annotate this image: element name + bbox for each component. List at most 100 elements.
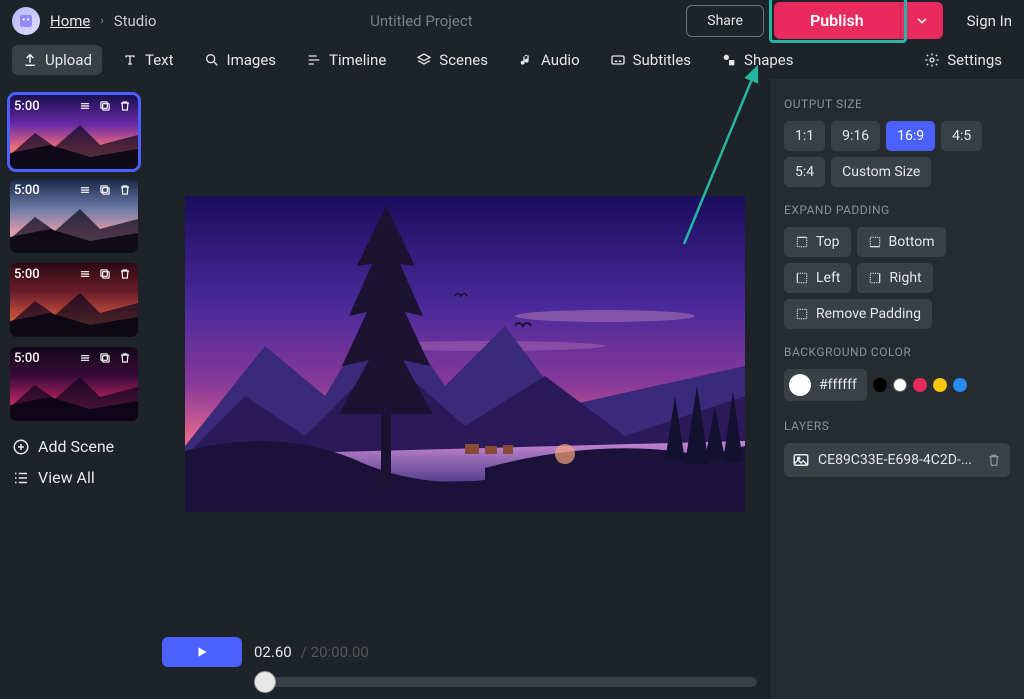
scene-duplicate-icon[interactable] — [96, 97, 114, 115]
scene-thumbnail[interactable]: 5:00 — [10, 95, 138, 169]
pad-bottom-button[interactable]: Bottom — [857, 227, 946, 257]
scene-thumbnail[interactable]: 5:00 — [10, 347, 138, 421]
scene-duplicate-icon[interactable] — [96, 349, 114, 367]
layer-item[interactable]: CE89C33E-E698-4C2D-... — [784, 443, 1010, 477]
aspect-ratio-16-9[interactable]: 16:9 — [886, 121, 935, 151]
layer-name: CE89C33E-E698-4C2D-... — [818, 452, 978, 468]
playhead[interactable] — [254, 671, 276, 693]
expand-padding-label: EXPAND PADDING — [784, 203, 1010, 217]
scene-reorder-icon[interactable] — [76, 181, 94, 199]
scene-reorder-icon[interactable] — [76, 97, 94, 115]
pad-left-button[interactable]: Left — [784, 263, 851, 293]
scene-delete-icon[interactable] — [116, 181, 134, 199]
main-area: 5:00 5:00 5:00 — [0, 79, 1024, 699]
aspect-ratio-5-4[interactable]: 5:4 — [784, 157, 825, 187]
shapes-label: Shapes — [744, 51, 793, 69]
bg-preset-swatch[interactable] — [933, 378, 947, 392]
scene-thumbnail[interactable]: 5:00 — [10, 263, 138, 337]
scene-reorder-icon[interactable] — [76, 349, 94, 367]
custom-size-button[interactable]: Custom Size — [831, 157, 931, 187]
images-button[interactable]: Images — [194, 45, 287, 75]
shapes-button[interactable]: Shapes — [711, 45, 803, 75]
padding-row: Top Bottom Left Right Remove Padding — [784, 227, 1010, 329]
text-button[interactable]: Text — [112, 45, 184, 75]
signin-link[interactable]: Sign In — [967, 12, 1012, 30]
bg-preset-swatch[interactable] — [953, 378, 967, 392]
gear-icon — [924, 52, 940, 68]
chevron-down-icon — [915, 14, 929, 28]
images-label: Images — [227, 51, 277, 69]
timeline-label: Timeline — [329, 51, 386, 69]
layers-label: LAYERS — [784, 419, 1010, 433]
layers-icon — [416, 52, 432, 68]
app-logo[interactable] — [12, 7, 40, 35]
bg-preset-dots — [873, 378, 967, 392]
home-link[interactable]: Home — [50, 12, 90, 30]
publish-dropdown[interactable] — [900, 2, 943, 39]
plus-circle-icon — [12, 438, 30, 456]
publish-group: Publish — [774, 2, 943, 39]
timeline-track[interactable] — [254, 675, 757, 689]
subtitles-icon — [610, 52, 626, 68]
aspect-ratio-row: 1:19:1616:94:5 5:4Custom Size — [784, 121, 1010, 187]
text-icon — [122, 52, 138, 68]
time-display: 02.60 / 20:00.00 — [254, 643, 369, 661]
scenes-button[interactable]: Scenes — [406, 45, 498, 75]
scene-delete-icon[interactable] — [116, 265, 134, 283]
layer-delete-button[interactable] — [986, 452, 1002, 468]
scene-duration: 5:00 — [14, 267, 40, 282]
scene-duplicate-icon[interactable] — [96, 265, 114, 283]
settings-button[interactable]: Settings — [914, 45, 1012, 75]
play-button[interactable] — [162, 637, 242, 667]
upload-icon — [22, 52, 38, 68]
scene-duplicate-icon[interactable] — [96, 181, 114, 199]
bg-color-label: BACKGROUND COLOR — [784, 345, 1010, 359]
tool-toolbar: Upload Text Images Timeline Scenes Audio… — [0, 41, 1024, 79]
timeline-button[interactable]: Timeline — [296, 45, 396, 75]
view-all-button[interactable]: View All — [10, 462, 142, 493]
list-icon — [12, 469, 30, 487]
scene-thumbnail[interactable]: 5:00 — [10, 179, 138, 253]
canvas-area: 02.60 / 20:00.00 — [150, 79, 769, 699]
subtitles-button[interactable]: Subtitles — [600, 45, 701, 75]
share-button[interactable]: Share — [686, 5, 764, 37]
project-title[interactable]: Untitled Project — [166, 12, 676, 30]
aspect-ratio-9-16[interactable]: 9:16 — [831, 121, 880, 151]
aspect-ratio-4-5[interactable]: 4:5 — [941, 121, 982, 151]
playback-bar: 02.60 / 20:00.00 — [150, 629, 769, 699]
bg-swatch — [789, 374, 811, 396]
breadcrumb-current: Studio — [114, 12, 157, 30]
bg-preset-swatch[interactable] — [873, 378, 887, 392]
scene-delete-icon[interactable] — [116, 349, 134, 367]
time-total: 20:00.00 — [311, 643, 369, 661]
canvas-preview — [185, 196, 745, 512]
search-icon — [204, 52, 220, 68]
audio-button[interactable]: Audio — [508, 45, 590, 75]
shapes-icon — [721, 52, 737, 68]
pad-remove-button[interactable]: Remove Padding — [784, 299, 932, 329]
audio-label: Audio — [541, 51, 580, 69]
settings-label: Settings — [947, 51, 1002, 69]
bg-color-row: #ffffff — [784, 369, 1010, 401]
bg-preset-swatch[interactable] — [893, 378, 907, 392]
pad-top-button[interactable]: Top — [784, 227, 851, 257]
output-size-label: OUTPUT SIZE — [784, 97, 1010, 111]
play-icon — [195, 645, 209, 659]
canvas-viewport[interactable] — [150, 79, 769, 629]
scene-delete-icon[interactable] — [116, 97, 134, 115]
scene-duration: 5:00 — [14, 99, 40, 114]
trash-icon — [986, 452, 1002, 468]
bg-preset-swatch[interactable] — [913, 378, 927, 392]
scene-duration: 5:00 — [14, 351, 40, 366]
add-scene-button[interactable]: Add Scene — [10, 431, 142, 462]
publish-button[interactable]: Publish — [774, 2, 900, 39]
scene-reorder-icon[interactable] — [76, 265, 94, 283]
pad-right-button[interactable]: Right — [857, 263, 932, 293]
upload-label: Upload — [45, 51, 92, 69]
bg-color-input[interactable]: #ffffff — [784, 369, 867, 401]
aspect-ratio-1-1[interactable]: 1:1 — [784, 121, 825, 151]
upload-button[interactable]: Upload — [12, 45, 102, 75]
image-icon — [792, 451, 810, 469]
breadcrumb-separator: › — [100, 14, 103, 27]
time-current: 02.60 — [254, 643, 292, 661]
